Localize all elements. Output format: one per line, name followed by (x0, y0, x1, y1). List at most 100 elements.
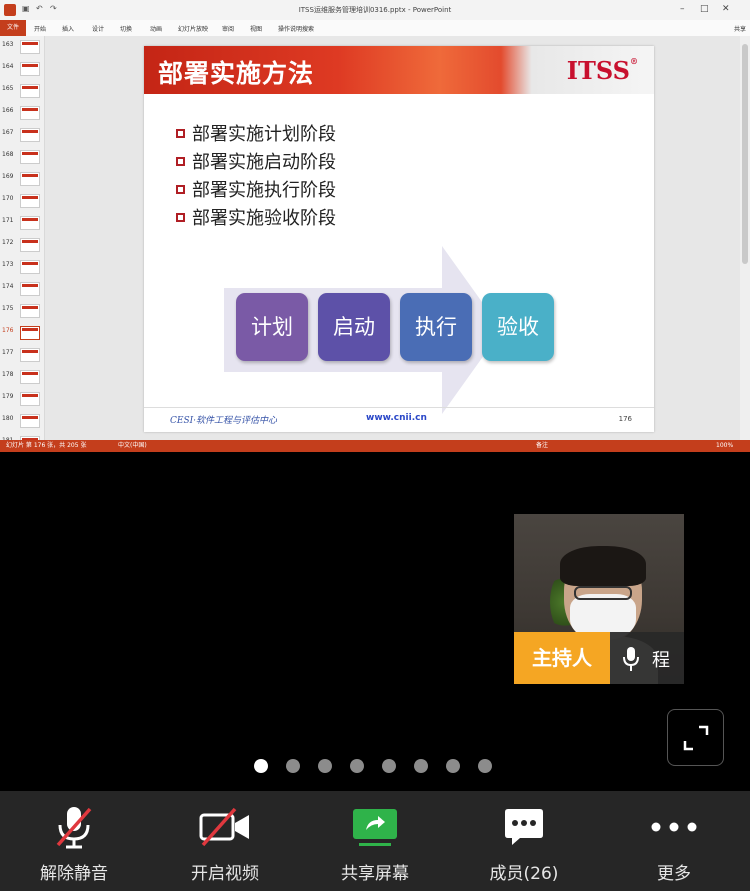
slide-thumbnail[interactable]: 163 (0, 38, 44, 58)
thumb-preview (20, 194, 40, 208)
bullet-list: 部署实施计划阶段 部署实施启动阶段 部署实施执行阶段 部署实施验收阶段 (176, 121, 336, 233)
status-notes[interactable]: 备注 (536, 440, 548, 452)
minimize-icon[interactable]: – (680, 4, 685, 14)
slide-thumbnail[interactable]: 166 (0, 104, 44, 124)
more-button[interactable]: 更多 (614, 791, 734, 891)
thumb-number: 163 (2, 41, 14, 48)
slide-page-number: 176 (618, 415, 632, 423)
start-video-button[interactable]: 开启视频 (165, 791, 285, 891)
footer-url: www.cnii.cn (366, 413, 427, 423)
slide-thumbnail[interactable]: 174 (0, 280, 44, 300)
shared-screen: ▣ ↶ ↷ ITSS运维服务管理培训0316.pptx - PowerPoint… (0, 0, 750, 452)
slide-thumbnail[interactable]: 169 (0, 170, 44, 190)
bullet-square-icon (176, 185, 185, 194)
more-icon (651, 822, 697, 832)
unmute-label: 解除静音 (40, 864, 108, 884)
editor-scrollbar[interactable] (740, 36, 750, 440)
ribbon-tab-file[interactable]: 文件 (0, 20, 26, 36)
page-dot[interactable] (350, 759, 364, 773)
slide-editor: 部署实施方法 ITSS® 部署实施计划阶段 部署实施启动阶段 部署实施执行阶段 … (45, 36, 750, 440)
status-slide-count: 幻灯片 第 176 张，共 205 张 (6, 442, 87, 449)
ribbon-tab-insert[interactable]: 插入 (62, 24, 74, 33)
page-dot[interactable] (382, 759, 396, 773)
thumb-number: 172 (2, 239, 14, 246)
page-dot[interactable] (414, 759, 428, 773)
thumb-number: 168 (2, 151, 14, 158)
thumb-number: 167 (2, 129, 14, 136)
slide-thumbnail[interactable]: 179 (0, 390, 44, 410)
thumb-number: 169 (2, 173, 14, 180)
bullet-text: 部署实施执行阶段 (192, 180, 336, 201)
ribbon-search[interactable]: 操作说明搜索 (278, 24, 314, 33)
ribbon-tab-animations[interactable]: 动画 (150, 24, 162, 33)
slide-thumbnail[interactable]: 177 (0, 346, 44, 366)
thumb-number: 175 (2, 305, 14, 312)
ribbon-share-button[interactable]: 共享 (734, 24, 746, 33)
bullet-square-icon (176, 213, 185, 222)
status-zoom[interactable]: 100% (716, 440, 733, 452)
bullet-item: 部署实施执行阶段 (176, 177, 336, 205)
host-badge: 主持人 (514, 632, 610, 684)
ribbon-tab-design[interactable]: 设计 (92, 24, 104, 33)
ribbon-tab-review[interactable]: 审阅 (222, 24, 234, 33)
slide-thumbnail[interactable]: 168 (0, 148, 44, 168)
bullet-item: 部署实施验收阶段 (176, 205, 336, 233)
bullet-text: 部署实施启动阶段 (192, 152, 336, 173)
thumb-preview (20, 172, 40, 186)
members-icon (505, 809, 543, 845)
page-dot[interactable] (446, 759, 460, 773)
ribbon-tab-slideshow[interactable]: 幻灯片放映 (178, 24, 208, 33)
slide-thumbnail[interactable]: 170 (0, 192, 44, 212)
slide-thumbnail[interactable]: 178 (0, 368, 44, 388)
microphone-icon (623, 647, 639, 671)
stage-box-start: 启动 (318, 293, 390, 361)
share-screen-button[interactable]: 共享屏幕 (315, 791, 435, 891)
fullscreen-button[interactable] (667, 709, 724, 766)
page-dot[interactable] (286, 759, 300, 773)
slide-thumbnail[interactable]: 175 (0, 302, 44, 322)
thumb-number: 180 (2, 415, 14, 422)
page-dot[interactable] (254, 759, 268, 773)
ppt-title-bar: ▣ ↶ ↷ ITSS运维服务管理培训0316.pptx - PowerPoint… (0, 0, 750, 21)
slide-thumbnail[interactable]: 172 (0, 236, 44, 256)
slide-thumbnail[interactable]: 173 (0, 258, 44, 278)
page-dot[interactable] (318, 759, 332, 773)
meeting-toolbar: 解除静音 开启视频 共享屏幕 成员(26) 更多 (0, 791, 750, 891)
video-off-icon (199, 807, 249, 847)
share-screen-icon (353, 809, 397, 846)
members-button[interactable]: 成员(26) (464, 791, 584, 891)
bullet-square-icon (176, 129, 185, 138)
maximize-icon[interactable]: □ (700, 4, 709, 14)
thumb-preview (20, 216, 40, 230)
thumb-number: 173 (2, 261, 14, 268)
participant-name: 程 (652, 650, 670, 671)
thumb-number: 179 (2, 393, 14, 400)
thumb-number: 170 (2, 195, 14, 202)
thumb-preview (20, 326, 40, 340)
footer-organization: CESI·软件工程与评估中心 (170, 416, 278, 426)
slide-thumbnail[interactable]: 171 (0, 214, 44, 234)
thumb-preview (20, 370, 40, 384)
slide-thumbnail[interactable]: 180 (0, 412, 44, 432)
ribbon-tab-view[interactable]: 视图 (250, 24, 262, 33)
slide-thumbnail[interactable]: 165 (0, 82, 44, 102)
unmute-button[interactable]: 解除静音 (14, 791, 134, 891)
slide-thumbnail-active[interactable]: 176 (0, 324, 44, 344)
thumb-preview (20, 128, 40, 142)
page-dot[interactable] (478, 759, 492, 773)
participant-name-badge: 程 (610, 632, 684, 684)
itss-logo-text: ITSS (566, 56, 630, 85)
ribbon-tab-transitions[interactable]: 切换 (120, 24, 132, 33)
thumb-preview (20, 62, 40, 76)
ppt-ribbon: 文件 开始 插入 设计 切换 动画 幻灯片放映 审阅 视图 操作说明搜索 共享 (0, 20, 750, 37)
thumb-number: 174 (2, 283, 14, 290)
participant-hair (560, 546, 646, 586)
participant-video-tile[interactable]: 主持人 程 (514, 514, 684, 684)
share-screen-label: 共享屏幕 (341, 864, 409, 884)
ribbon-tab-home[interactable]: 开始 (34, 24, 46, 33)
slide-thumbnail[interactable]: 167 (0, 126, 44, 146)
slide-thumbnail[interactable]: 164 (0, 60, 44, 80)
close-icon[interactable]: ✕ (722, 4, 730, 14)
thumb-preview (20, 260, 40, 274)
slide[interactable]: 部署实施方法 ITSS® 部署实施计划阶段 部署实施启动阶段 部署实施执行阶段 … (144, 46, 654, 432)
